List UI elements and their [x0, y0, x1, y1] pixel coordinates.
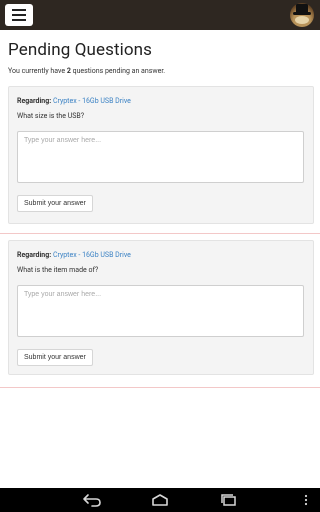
regarding-line: Regarding: Cryptex - 16Gb USB Drive — [17, 97, 131, 105]
recent-apps-icon[interactable] — [220, 493, 238, 507]
overflow-menu-icon[interactable] — [304, 494, 308, 506]
product-link[interactable]: Cryptex - 16Gb USB Drive — [53, 251, 131, 259]
profile-avatar[interactable] — [290, 3, 314, 27]
question-text: What is the item made of? — [17, 266, 99, 274]
question-card: Regarding: Cryptex - 16Gb USB Drive What… — [8, 86, 314, 224]
product-link[interactable]: Cryptex - 16Gb USB Drive — [53, 97, 131, 105]
page-header: Pending Questions You currently have 2 q… — [8, 40, 314, 75]
question-card: Regarding: Cryptex - 16Gb USB Drive What… — [8, 240, 314, 375]
page-title: Pending Questions — [8, 40, 153, 60]
back-icon[interactable] — [82, 493, 102, 507]
system-navigation-bar — [0, 488, 320, 512]
answer-input[interactable] — [17, 285, 304, 337]
home-icon[interactable] — [150, 493, 170, 507]
submit-answer-button[interactable]: Submit your answer — [17, 195, 93, 212]
divider — [0, 233, 320, 234]
app-topbar — [0, 0, 320, 30]
question-text: What size is the USB? — [17, 112, 85, 120]
regarding-line: Regarding: Cryptex - 16Gb USB Drive — [17, 251, 131, 259]
hamburger-menu-icon[interactable] — [5, 4, 33, 26]
answer-input[interactable] — [17, 131, 304, 183]
submit-answer-button[interactable]: Submit your answer — [17, 349, 93, 366]
divider — [0, 387, 320, 388]
pending-count: 2 — [66, 67, 71, 75]
pending-summary: You currently have 2 questions pending a… — [8, 67, 166, 75]
